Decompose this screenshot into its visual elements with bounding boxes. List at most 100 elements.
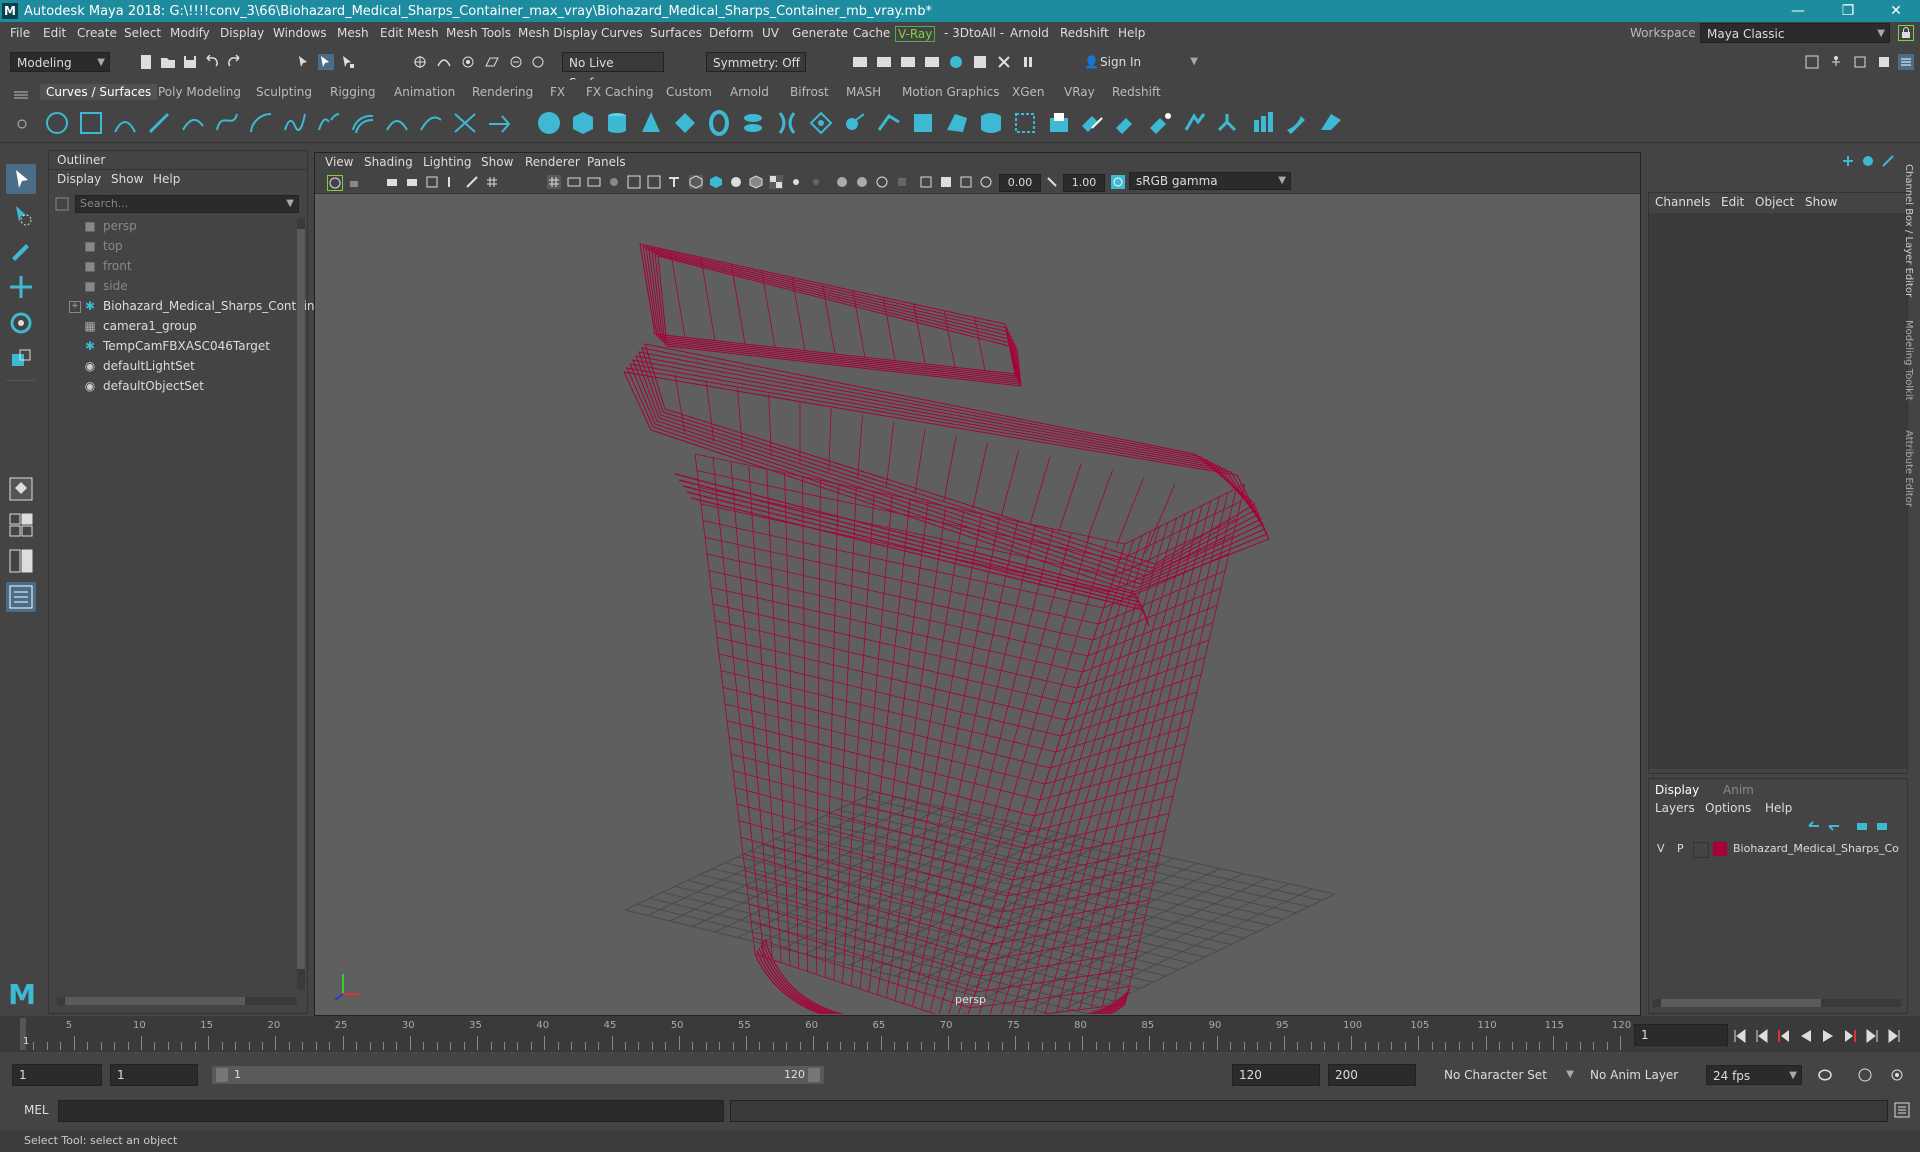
menu-create[interactable]: Create	[77, 26, 117, 40]
gamma-icon[interactable]	[1045, 175, 1059, 189]
menu-display[interactable]: Display	[220, 26, 264, 40]
menu-arnold[interactable]: Arnold	[1010, 26, 1049, 40]
safe-title-icon[interactable]	[667, 175, 681, 189]
multisample-aa-icon[interactable]	[875, 175, 889, 189]
xray-joints-icon[interactable]	[959, 175, 973, 189]
nurbs-cone-icon[interactable]	[638, 110, 664, 136]
menu-windows[interactable]: Windows	[273, 26, 327, 40]
menu-edit[interactable]: Edit	[43, 26, 66, 40]
human-ik-icon[interactable]	[1828, 54, 1844, 70]
sign-in-button[interactable]: 👤Sign In ▼	[1084, 52, 1198, 72]
layer-menu-help[interactable]: Help	[1765, 801, 1792, 815]
menu-3dtoall[interactable]: - 3DtoAll -	[944, 26, 1004, 40]
menu-vray[interactable]: V-Ray	[895, 26, 936, 42]
shelf-tab-animation[interactable]: Animation	[388, 84, 461, 100]
shelf-tab-redshift[interactable]: Redshift	[1106, 84, 1167, 100]
range-start-handle[interactable]	[216, 1068, 228, 1082]
range-end-handle[interactable]	[808, 1068, 820, 1082]
four-view-layout-icon[interactable]	[6, 510, 36, 540]
viewport-menu-lighting[interactable]: Lighting	[423, 155, 472, 169]
bookmarks-icon[interactable]	[405, 175, 419, 189]
side-tab-modeling-toolkit[interactable]: Modeling Toolkit	[1903, 320, 1914, 401]
colorspace-dropdown[interactable]: sRGB gamma ▼	[1129, 172, 1291, 190]
detach-curves-icon[interactable]	[316, 110, 342, 136]
outliner-item[interactable]: ■ top	[83, 237, 122, 255]
workspace-dropdown[interactable]: Maya Classic ▼	[1700, 23, 1890, 43]
image-plane-icon[interactable]	[425, 175, 439, 189]
menu-mesh-tools[interactable]: Mesh Tools	[446, 26, 511, 40]
render-settings-icon[interactable]	[924, 54, 940, 70]
loft-icon[interactable]	[774, 110, 800, 136]
nurbs-torus-icon[interactable]	[706, 110, 732, 136]
scrollbar-thumb[interactable]	[65, 997, 245, 1005]
film-gate-icon[interactable]	[567, 175, 581, 189]
move-layer-down-icon[interactable]	[1827, 819, 1841, 833]
vray-render-icon[interactable]	[996, 54, 1012, 70]
camera-attributes-icon[interactable]	[385, 175, 399, 189]
viewport-menu-renderer[interactable]: Renderer	[525, 155, 580, 169]
field-chart-icon[interactable]	[627, 175, 641, 189]
insert-isoparm-icon[interactable]	[1216, 110, 1242, 136]
save-scene-icon[interactable]	[182, 54, 198, 70]
shelf-tab-sculpting[interactable]: Sculpting	[250, 84, 318, 100]
outliner-menu-display[interactable]: Display	[57, 172, 101, 186]
shelf-tab-xgen[interactable]: XGen	[1006, 84, 1051, 100]
layer-name[interactable]: Biohazard_Medical_Sharps_Co	[1733, 842, 1899, 855]
select-camera-icon[interactable]	[327, 175, 343, 191]
lock-icon[interactable]	[1898, 25, 1914, 41]
shelf-tab-arnold[interactable]: Arnold	[724, 84, 775, 100]
smooth-shade-icon[interactable]	[709, 175, 723, 189]
snap-grid-icon[interactable]	[412, 54, 428, 70]
move-tool-icon[interactable]	[6, 272, 36, 302]
select-component-icon[interactable]	[340, 54, 356, 70]
step-forward-key-icon[interactable]	[1842, 1028, 1858, 1044]
grid-toggle-icon[interactable]	[485, 175, 499, 189]
planar-icon[interactable]	[808, 110, 834, 136]
viewport-canvas[interactable]	[315, 194, 1640, 1014]
birail-icon[interactable]	[876, 110, 902, 136]
menu-help[interactable]: Help	[1118, 26, 1145, 40]
symmetry-field[interactable]: Symmetry: Off	[706, 52, 806, 72]
minimize-button[interactable]: —	[1778, 2, 1818, 20]
attribute-editor-icon[interactable]	[1852, 54, 1868, 70]
outliner-item[interactable]: ▦ camera1_group	[83, 317, 196, 335]
shelf-tab-bifrost[interactable]: Bifrost	[784, 84, 835, 100]
bevel-plus-icon[interactable]	[910, 110, 936, 136]
select-hierarchy-icon[interactable]	[296, 54, 312, 70]
outliner-item[interactable]: ✱ Biohazard_Medical_Sharps_Containe	[83, 297, 322, 315]
render-current-icon[interactable]	[852, 54, 868, 70]
square-surface-icon[interactable]	[978, 110, 1004, 136]
end-time-field[interactable]: 200	[1328, 1064, 1416, 1086]
tool-settings-icon[interactable]	[1876, 54, 1892, 70]
snap-surface-icon[interactable]	[508, 54, 524, 70]
undo-icon[interactable]	[204, 54, 220, 70]
screen-space-ao-icon[interactable]	[835, 175, 849, 189]
viewport-menu-panels[interactable]: Panels	[587, 155, 626, 169]
step-back-key-icon[interactable]	[1776, 1028, 1792, 1044]
shelf-tab-rendering[interactable]: Rendering	[466, 84, 539, 100]
new-layer-icon[interactable]	[1855, 819, 1869, 833]
grease-pencil-icon[interactable]	[465, 175, 479, 189]
ipr-render-icon[interactable]	[900, 54, 916, 70]
intersect-surfaces-icon[interactable]	[1080, 110, 1106, 136]
new-layer-selected-icon[interactable]	[1875, 819, 1889, 833]
channel-box-icon[interactable]	[1898, 54, 1914, 70]
step-back-frame-icon[interactable]	[1754, 1028, 1770, 1044]
outliner-item[interactable]: ✱ TempCamFBXASC046Target	[83, 337, 270, 355]
rebuild-curve-icon[interactable]	[452, 110, 478, 136]
viewport-menu-shading[interactable]: Shading	[364, 155, 413, 169]
offset-curve-icon[interactable]	[350, 110, 376, 136]
cv-curve-icon[interactable]	[112, 110, 138, 136]
motion-blur-icon[interactable]	[855, 175, 869, 189]
select-object-icon[interactable]	[318, 54, 334, 70]
animation-preferences-icon[interactable]	[1888, 1067, 1906, 1083]
nurbs-cylinder-icon[interactable]	[604, 110, 630, 136]
rotate-tool-icon[interactable]	[6, 308, 36, 338]
outliner-vscrollbar[interactable]	[297, 219, 305, 989]
current-frame-field[interactable]: 1	[1634, 1024, 1728, 1046]
menu-deform[interactable]: Deform	[709, 26, 754, 40]
fps-dropdown[interactable]: 24 fps ▼	[1706, 1065, 1802, 1085]
open-scene-icon[interactable]	[160, 54, 176, 70]
shelf-tab-fx-caching[interactable]: FX Caching	[580, 84, 659, 100]
scrollbar-thumb[interactable]	[297, 229, 305, 969]
